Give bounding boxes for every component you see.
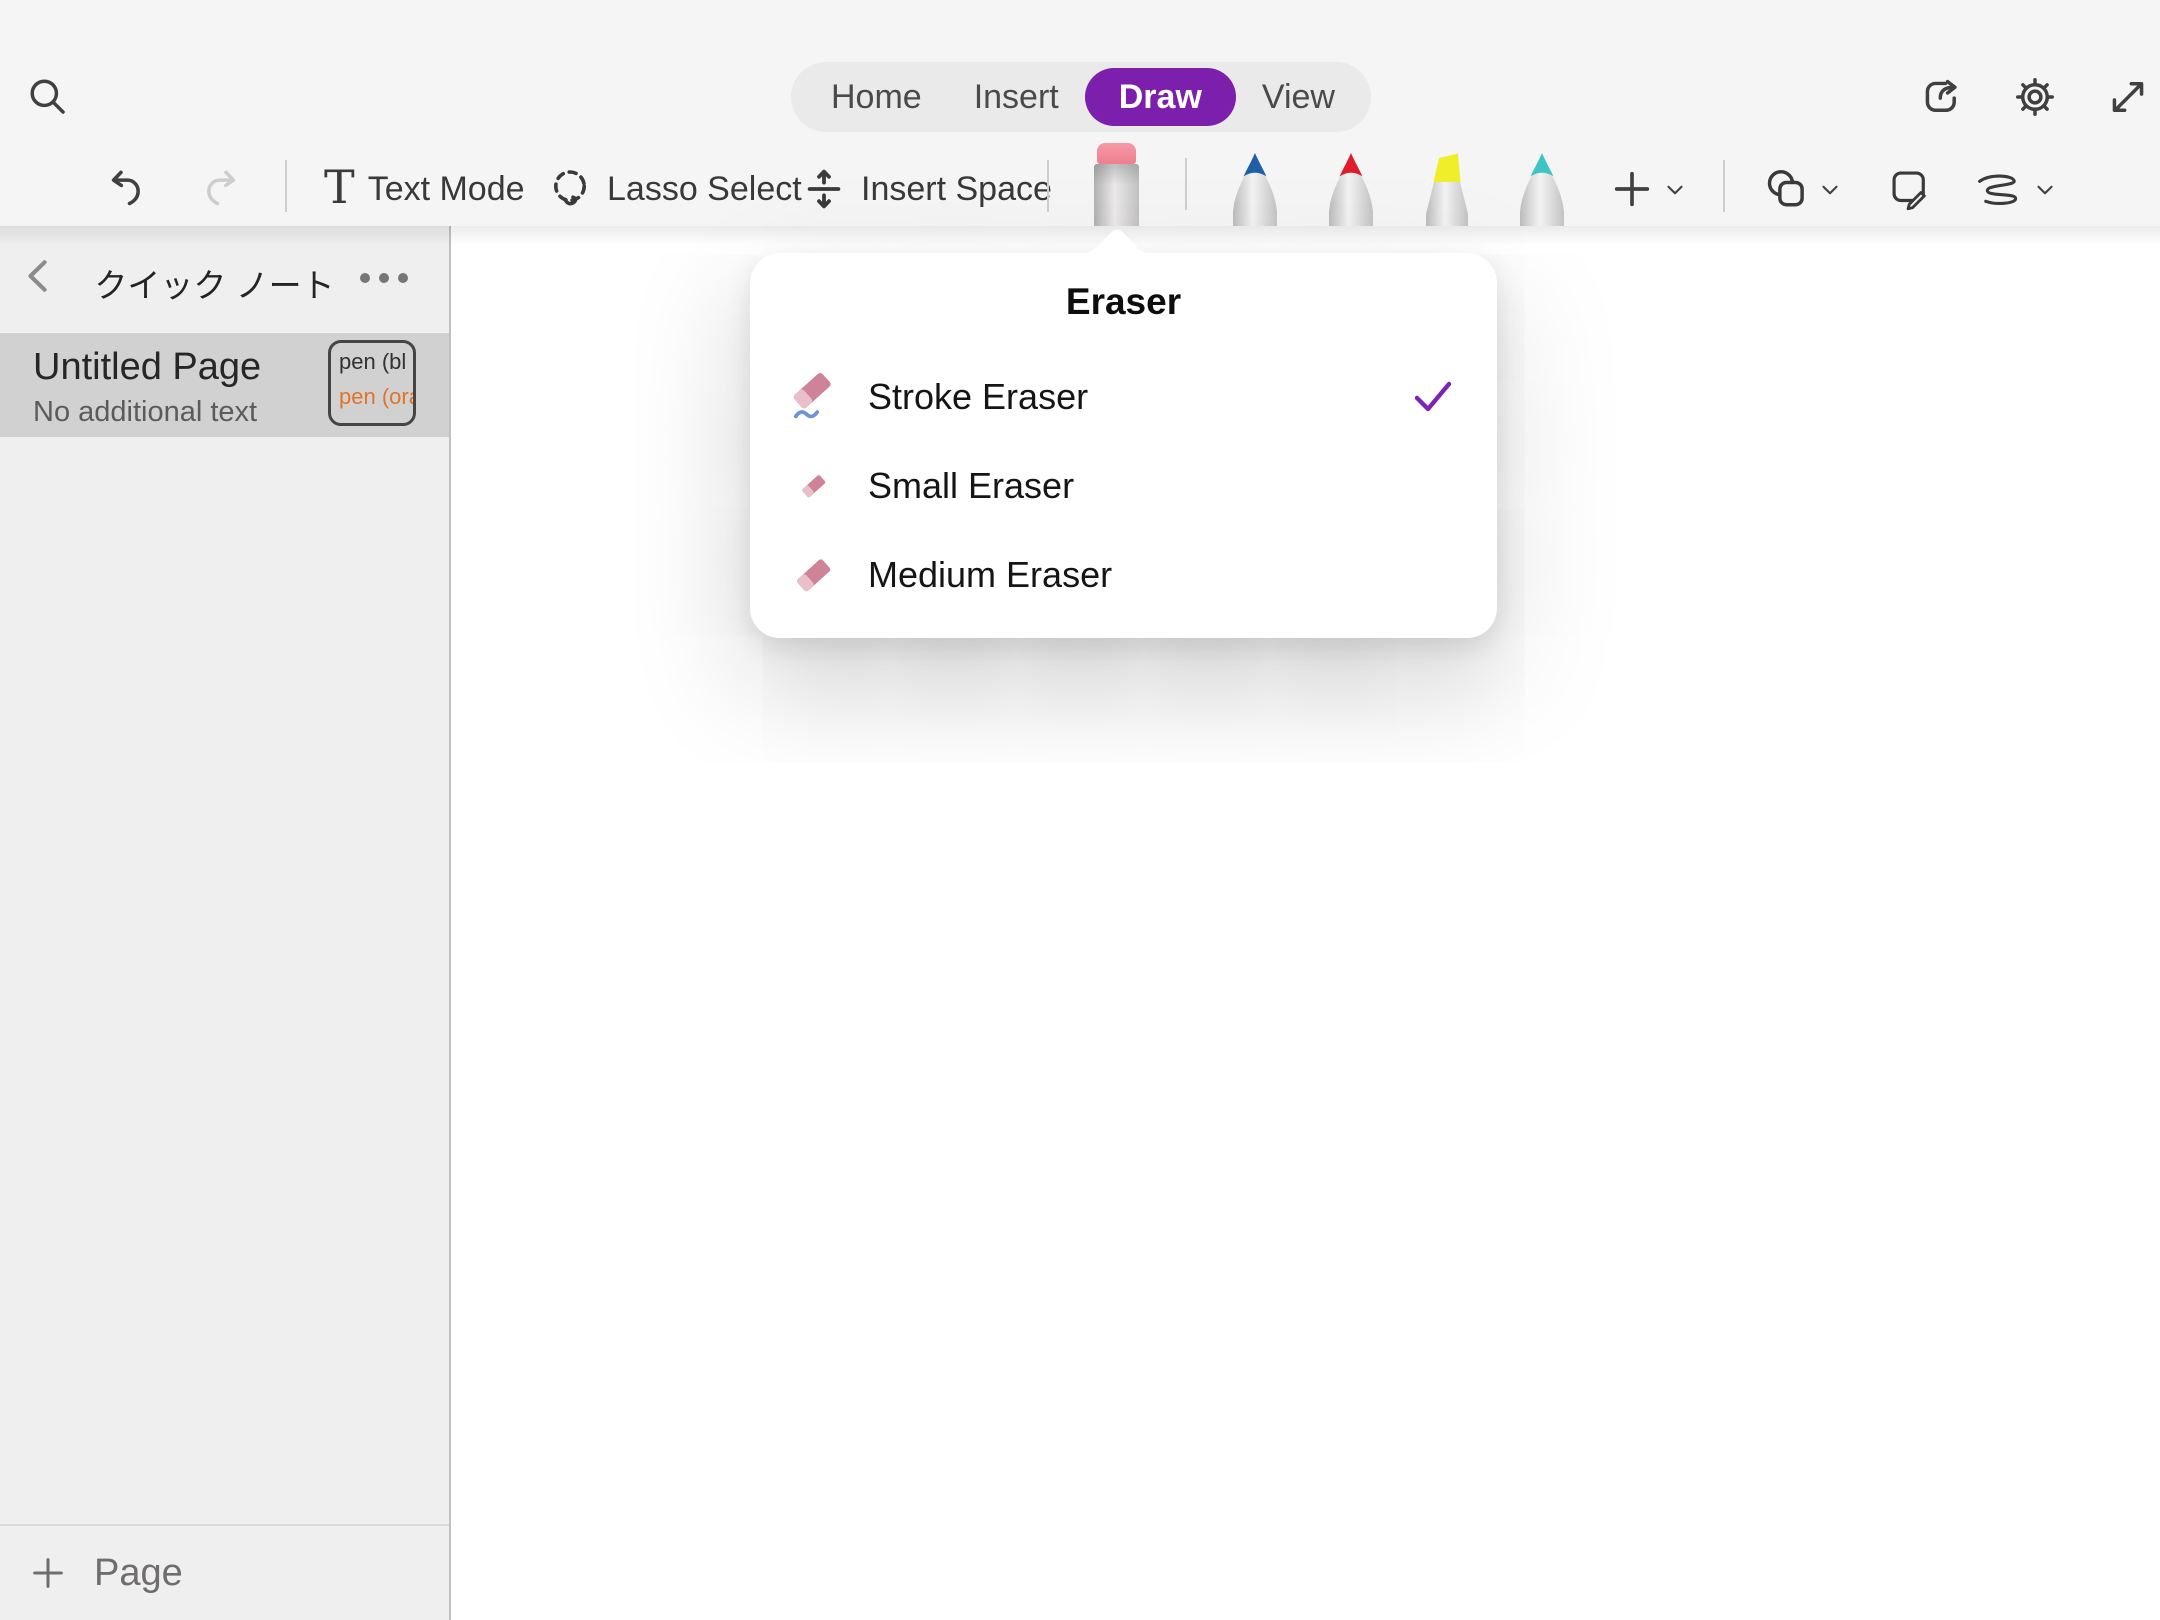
thumbnail-ink-line: pen (bl — [339, 349, 413, 375]
more-options-button[interactable] — [355, 264, 413, 292]
eraser-tool[interactable] — [1094, 143, 1139, 226]
add-pen-chevron[interactable] — [1663, 178, 1687, 202]
eraser-tool-body — [1094, 164, 1139, 226]
medium-eraser-icon — [786, 547, 842, 603]
page-subtitle: No additional text — [33, 396, 257, 429]
expand-fullscreen-button[interactable] — [2106, 75, 2150, 119]
search-icon — [26, 75, 70, 119]
back-button[interactable] — [18, 254, 62, 298]
add-page-label: Page — [94, 1552, 183, 1595]
eraser-option-label: Medium Eraser — [868, 554, 1112, 596]
note-pencil-icon — [1887, 166, 1933, 212]
lasso-select-label: Lasso Select — [607, 170, 802, 209]
add-page-button[interactable]: Page — [0, 1524, 449, 1620]
onenote-app: Home Insert Draw View — [0, 0, 2160, 1620]
ribbon-tabs: Home Insert Draw View — [791, 62, 1371, 132]
redo-button[interactable] — [197, 166, 243, 212]
small-eraser-icon — [786, 458, 842, 514]
insert-space-button[interactable]: Insert Space — [800, 152, 1052, 226]
eraser-tool-cap — [1097, 143, 1136, 164]
shapes-chevron[interactable] — [1818, 178, 1842, 202]
insert-space-icon — [800, 165, 848, 213]
undo-icon — [104, 166, 150, 212]
plus-icon — [1609, 166, 1655, 212]
add-pen-button[interactable] — [1609, 166, 1655, 212]
text-mode-label: Text Mode — [368, 170, 525, 209]
eraser-option-label: Small Eraser — [868, 465, 1074, 507]
lasso-select-button[interactable]: Lasso Select — [546, 152, 802, 226]
redo-icon — [197, 166, 243, 212]
page-list-item-selected[interactable]: Untitled Page No additional text pen (bl… — [0, 333, 449, 437]
ink-annotate-button[interactable] — [1887, 166, 1933, 212]
red-pen[interactable] — [1319, 150, 1383, 226]
ink-replay-button[interactable] — [1975, 168, 2021, 210]
lasso-icon — [546, 165, 594, 213]
toolbar-divider — [1047, 160, 1049, 212]
toolbar-divider — [1723, 160, 1725, 212]
settings-button[interactable] — [2013, 75, 2057, 119]
page-thumbnail: pen (bl pen (ora — [328, 340, 416, 426]
eraser-option-label: Stroke Eraser — [868, 376, 1088, 418]
eraser-option-stroke[interactable]: Stroke Eraser — [786, 365, 1461, 429]
shapes-icon — [1763, 166, 1809, 212]
notebook-title: クイック ノート — [70, 259, 359, 307]
sidebar-header: クイック ノート — [0, 226, 449, 331]
chevron-down-icon — [2033, 178, 2057, 202]
galaxy-pen[interactable] — [1510, 150, 1574, 226]
toolbar-divider — [1185, 158, 1187, 210]
text-mode-button[interactable]: T Text Mode — [324, 152, 525, 226]
eraser-option-medium[interactable]: Medium Eraser — [786, 543, 1461, 607]
settings-gear-icon — [2013, 75, 2057, 119]
chevron-down-icon — [1663, 178, 1687, 202]
popover-title: Eraser — [750, 281, 1497, 323]
page-list-sidebar: クイック ノート Untitled Page No additional tex… — [0, 226, 451, 1620]
ink-replay-chevron[interactable] — [2033, 178, 2057, 202]
thumbnail-ink-line: pen (ora — [339, 384, 413, 410]
chevron-down-icon — [1818, 178, 1842, 202]
tab-draw[interactable]: Draw — [1085, 68, 1236, 126]
ellipsis-icon — [355, 264, 413, 292]
popover-arrow — [1081, 226, 1153, 254]
chevron-left-icon — [18, 254, 62, 298]
stroke-eraser-icon — [786, 369, 842, 425]
expand-icon — [2106, 75, 2150, 119]
tab-home[interactable]: Home — [805, 68, 948, 126]
eraser-popover: Eraser Stroke Eraser Small Eras — [750, 253, 1497, 638]
eraser-option-small[interactable]: Small Eraser — [786, 454, 1461, 518]
checkmark-icon — [1413, 379, 1453, 415]
yellow-highlighter[interactable] — [1415, 150, 1479, 226]
shapes-button[interactable] — [1763, 166, 1809, 212]
page-title: Untitled Page — [33, 346, 261, 389]
share-button[interactable] — [1919, 75, 1963, 119]
blue-pen[interactable] — [1223, 150, 1287, 226]
undo-button[interactable] — [104, 166, 150, 212]
insert-space-label: Insert Space — [861, 170, 1052, 209]
plus-icon — [28, 1553, 68, 1593]
toolbar-divider — [285, 160, 287, 212]
ink-squiggle-icon — [1975, 171, 2021, 207]
top-chrome: Home Insert Draw View — [0, 0, 2160, 226]
tab-insert[interactable]: Insert — [948, 68, 1085, 126]
share-icon — [1919, 75, 1963, 119]
tab-view[interactable]: View — [1236, 68, 1361, 126]
text-mode-icon: T — [324, 164, 355, 210]
search-button[interactable] — [26, 75, 70, 119]
